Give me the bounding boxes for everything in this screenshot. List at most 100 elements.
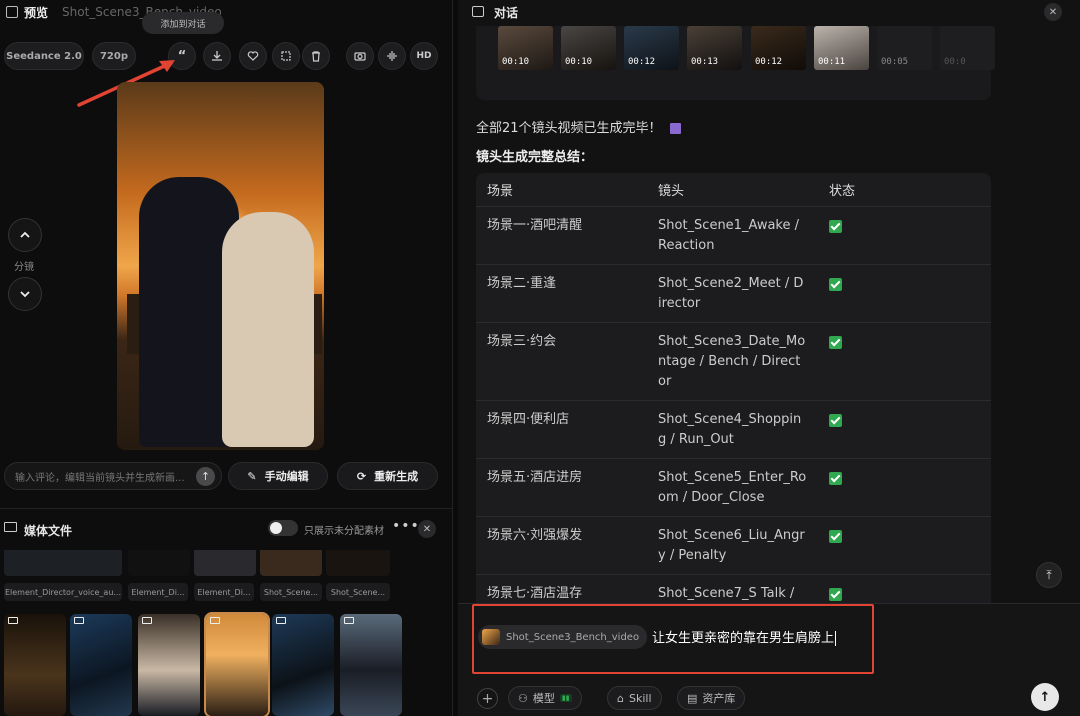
shot-duration: 00:10: [502, 57, 530, 67]
video-thumb[interactable]: [340, 614, 402, 716]
folder-icon: [4, 522, 17, 532]
media-chip[interactable]: Shot_Scene...: [326, 583, 390, 601]
model-badge-icon: ▮▮: [559, 694, 572, 702]
scene-cell: 场景一·酒吧清醒: [476, 207, 647, 265]
regenerate-label: 重新生成: [374, 470, 419, 483]
unassigned-toggle[interactable]: [268, 520, 298, 536]
composer-text: 让女生更亲密的靠在男生肩膀上: [652, 631, 835, 646]
chat-icon: [472, 6, 484, 17]
media-chip[interactable]: Element_Di...: [128, 583, 188, 601]
hd-button[interactable]: HD: [410, 42, 438, 70]
shot-frame[interactable]: 00:12: [751, 26, 806, 70]
model-pill[interactable]: Seedance 2.0: [4, 42, 84, 70]
scene-cell: 场景三·约会: [476, 323, 647, 401]
media-row-top: [4, 550, 453, 578]
video-thumb[interactable]: [4, 614, 66, 716]
shot-frame[interactable]: 00:13: [687, 26, 742, 70]
table-row: 场景六·刘强爆发 Shot_Scene6_Liu_Angry / Penalty: [476, 517, 991, 575]
waveform-icon: [387, 51, 397, 61]
preview-toolbar: Seedance 2.0 720p “ HD: [4, 42, 452, 70]
check-icon: [829, 278, 842, 291]
asset-library-button[interactable]: ▤ 资产库: [677, 686, 746, 710]
check-icon: [829, 530, 842, 543]
shot-cell: Shot_Scene2_Meet / Director: [647, 265, 818, 323]
video-icon: [276, 617, 286, 624]
add-attachment-button[interactable]: +: [477, 688, 498, 709]
video-thumb[interactable]: [204, 612, 270, 716]
chat-title: 对话: [494, 6, 519, 20]
video-thumb[interactable]: [138, 614, 200, 716]
shot-thumbnail-strip: 00:10 00:10 00:12 00:13 00:12 00:11 00:0…: [476, 26, 995, 100]
media-thumbnail: [482, 629, 500, 645]
media-thumb[interactable]: [194, 550, 256, 576]
table-header: 状态: [818, 173, 991, 207]
comment-send-button[interactable]: ↑: [196, 467, 215, 486]
media-chip[interactable]: Element_Director_voice_au...: [4, 583, 122, 601]
status-cell: [818, 517, 991, 575]
preview-video-frame[interactable]: [117, 82, 324, 450]
shot-cell: Shot_Scene4_Shopping / Run_Out: [647, 401, 818, 459]
crop-button[interactable]: [272, 42, 300, 70]
status-cell: [818, 265, 991, 323]
shot-frame[interactable]: 00:0: [940, 26, 995, 70]
shot-frame[interactable]: 00:05: [877, 26, 932, 70]
media-thumb[interactable]: [326, 550, 390, 576]
model-label: 模型: [532, 692, 555, 705]
preview-icon: [6, 6, 18, 18]
shot-frame[interactable]: 00:11: [814, 26, 869, 70]
preview-title: 预览: [24, 5, 49, 20]
comment-input[interactable]: 输入评论，编辑当前镜头并生成新画... ↑: [4, 462, 222, 490]
download-button[interactable]: [203, 42, 231, 70]
scene-cell: 场景四·便利店: [476, 401, 647, 459]
shot-duration: 00:12: [628, 57, 656, 67]
scroll-to-top-button[interactable]: ⤒: [1036, 562, 1062, 588]
table-row: 场景四·便利店 Shot_Scene4_Shopping / Run_Out: [476, 401, 991, 459]
shot-duration: 00:13: [691, 57, 719, 67]
media-title: 媒体文件: [24, 524, 73, 538]
nodes-icon: ⚇: [518, 691, 528, 705]
table-header: 场景: [476, 173, 647, 207]
chevron-up-icon: [20, 231, 30, 238]
audio-button[interactable]: [378, 42, 406, 70]
composer-input[interactable]: 让女生更亲密的靠在男生肩膀上: [652, 627, 837, 646]
shot-frame[interactable]: 00:10: [498, 26, 553, 70]
shot-cell: Shot_Scene1_Awake / Reaction: [647, 207, 818, 265]
send-button[interactable]: ↑: [1031, 683, 1059, 711]
arrow-up-bar-icon: ⤒: [1046, 567, 1052, 582]
delete-button[interactable]: [302, 42, 330, 70]
prev-shot-button[interactable]: [8, 218, 42, 252]
media-thumb[interactable]: [128, 550, 190, 576]
manual-edit-button[interactable]: ✎ 手动编辑: [228, 462, 328, 490]
model-select-button[interactable]: ⚇ 模型 ▮▮: [508, 686, 582, 710]
media-chip[interactable]: Element_Di...: [194, 583, 254, 601]
shot-frame[interactable]: 00:12: [624, 26, 679, 70]
next-shot-button[interactable]: [8, 277, 42, 311]
status-cell: [818, 207, 991, 265]
media-thumb[interactable]: [260, 550, 322, 576]
media-chip[interactable]: Shot_Scene...: [260, 583, 322, 601]
video-thumb[interactable]: [272, 614, 334, 716]
shot-cell: Shot_Scene3_Date_Montage / Bench / Direc…: [647, 323, 818, 401]
video-thumb[interactable]: [70, 614, 132, 716]
more-icon[interactable]: •••: [392, 518, 420, 534]
download-icon: [212, 51, 222, 61]
comment-placeholder: 输入评论，编辑当前镜头并生成新画...: [15, 472, 185, 484]
favorite-button[interactable]: [239, 42, 267, 70]
regenerate-button[interactable]: ⟳ 重新生成: [337, 462, 438, 490]
chat-panel: 对话 ✕ 00:10 00:10 00:12 00:13 00:12 00:11…: [458, 0, 1080, 716]
video-icon: [344, 617, 354, 624]
check-icon: [829, 220, 842, 233]
shot-duration: 00:10: [565, 57, 593, 67]
done-message-text: 全部21个镜头视频已生成完毕！: [476, 121, 662, 136]
table-row: 场景一·酒吧清醒 Shot_Scene1_Awake / Reaction: [476, 207, 991, 265]
table-row: 场景三·约会 Shot_Scene3_Date_Montage / Bench /…: [476, 323, 991, 401]
chat-composer: Shot_Scene3_Bench_video 让女生更亲密的靠在男生肩膀上 +…: [458, 603, 1080, 716]
media-thumb[interactable]: [4, 550, 122, 576]
skill-button[interactable]: ⌂ Skill: [607, 686, 662, 710]
referenced-media-chip[interactable]: Shot_Scene3_Bench_video: [478, 625, 648, 649]
shot-frame[interactable]: 00:10: [561, 26, 616, 70]
media-close-button[interactable]: ✕: [418, 520, 436, 538]
library-icon: ▤: [687, 691, 698, 705]
screenshot-button[interactable]: [346, 42, 374, 70]
chat-close-button[interactable]: ✕: [1044, 3, 1062, 21]
